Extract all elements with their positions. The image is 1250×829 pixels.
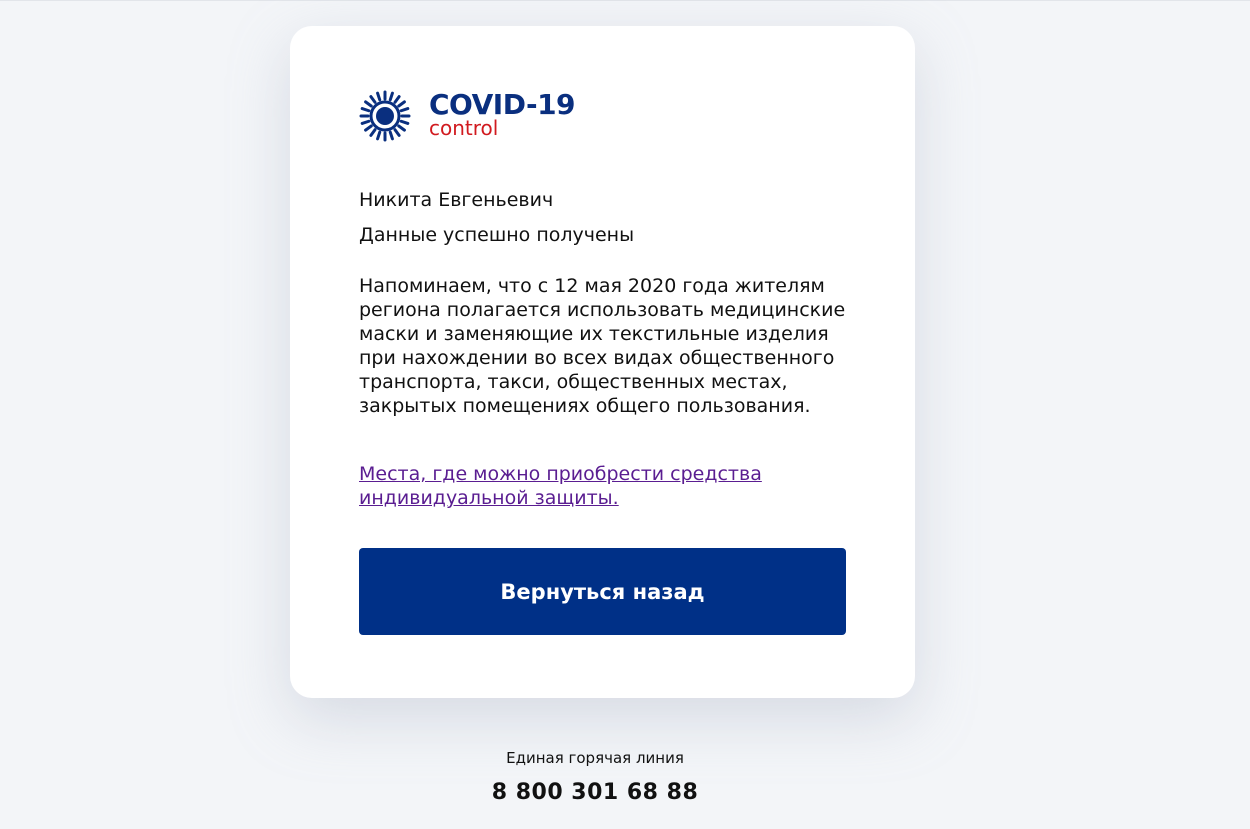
notice-text: Напоминаем, что с 12 мая 2020 года жител… — [359, 275, 846, 417]
top-divider — [0, 0, 1250, 1]
virus-icon — [359, 90, 411, 142]
user-name: Никита Евгеньевич — [359, 189, 554, 211]
hotline-phone: 8 800 301 68 88 — [491, 780, 699, 805]
ppe-locations-link[interactable]: Места, где можно приобрести средства инд… — [359, 462, 849, 510]
status-message: Данные успешно получены — [359, 224, 635, 246]
back-button[interactable]: Вернуться назад — [359, 548, 846, 635]
hotline-label: Единая горячая линия — [506, 749, 684, 767]
result-card: COVID-19 control Никита Евгеньевич Данны… — [290, 26, 915, 698]
covid-control-logo: COVID-19 control — [359, 90, 576, 142]
logo-subtitle: control — [429, 116, 499, 140]
